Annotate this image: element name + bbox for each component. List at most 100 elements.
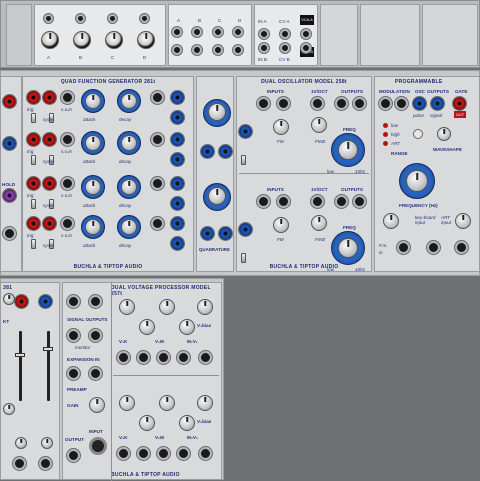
osc-fine-knob[interactable]	[311, 117, 327, 133]
dvp-jack[interactable]	[177, 351, 190, 364]
vca-in-b-jack[interactable]	[259, 43, 269, 53]
osc-freq-knob[interactable]	[338, 140, 358, 160]
knob-a[interactable]	[41, 31, 59, 49]
osc-side-jack[interactable]	[239, 125, 252, 138]
qfg-trig-jack[interactable]	[27, 91, 40, 104]
partial-jack[interactable]	[3, 189, 16, 202]
lower-left-jack[interactable]	[13, 457, 26, 470]
dvp-left-jack[interactable]	[67, 449, 80, 462]
qfg-trig-jack[interactable]	[27, 133, 40, 146]
qfg-in-jack[interactable]	[43, 177, 56, 190]
dvp-knob[interactable]	[119, 395, 135, 411]
lower-left-knob[interactable]	[3, 403, 15, 415]
qfg-attack-knob[interactable]	[85, 93, 101, 109]
qfg-attack-knob[interactable]	[85, 179, 101, 195]
mult-jack[interactable]	[213, 27, 223, 37]
dvp-jack[interactable]	[199, 351, 212, 364]
osc-side-jack[interactable]	[239, 223, 252, 236]
knob-jack-d[interactable]	[140, 14, 149, 23]
osc-input-jack[interactable]	[277, 195, 290, 208]
dvp-knob[interactable]	[159, 299, 175, 315]
prog-signal-jack[interactable]	[431, 97, 444, 110]
osc-out-jack[interactable]	[335, 195, 348, 208]
dvp-jack[interactable]	[137, 447, 150, 460]
qfg-attack-knob[interactable]	[85, 219, 101, 235]
qfg-decay-knob[interactable]	[121, 219, 137, 235]
lower-left-jack[interactable]	[39, 457, 52, 470]
knob-b[interactable]	[73, 31, 91, 49]
qfg-end-jack[interactable]	[171, 153, 184, 166]
qfg-trig-jack[interactable]	[27, 217, 40, 230]
mult-jack[interactable]	[233, 27, 243, 37]
prog-right-knob[interactable]	[455, 213, 471, 229]
qfg-out-jack[interactable]	[171, 91, 184, 104]
vca-in-a-jack[interactable]	[259, 29, 269, 39]
partial-jack[interactable]	[3, 137, 16, 150]
dvp-knob[interactable]	[197, 395, 213, 411]
osc-switch[interactable]	[241, 155, 246, 165]
lower-left-jack[interactable]	[39, 295, 52, 308]
slider-handle[interactable]	[43, 347, 53, 351]
knob-c[interactable]	[105, 31, 123, 49]
qfg-end-jack[interactable]	[171, 237, 184, 250]
qfg-soin-jack[interactable]	[61, 217, 74, 230]
dvp-left-jack[interactable]	[89, 367, 102, 380]
osc-input-jack[interactable]	[277, 97, 290, 110]
prog-pulse-jack[interactable]	[413, 97, 426, 110]
qfg-in-jack[interactable]	[43, 91, 56, 104]
quadrature-knob-1[interactable]	[208, 103, 226, 121]
quadrature-jack[interactable]	[219, 227, 232, 240]
dvp-jack[interactable]	[137, 351, 150, 364]
dvp-jack[interactable]	[199, 447, 212, 460]
dvp-left-jack[interactable]	[67, 329, 80, 342]
prog-mod-jack[interactable]	[395, 97, 408, 110]
dvp-knob[interactable]	[119, 299, 135, 315]
dvp-gain-knob[interactable]	[89, 397, 105, 413]
qfg-out-jack[interactable]	[171, 177, 184, 190]
dvp-left-jack[interactable]	[67, 367, 80, 380]
osc-fm-knob[interactable]	[273, 217, 289, 233]
qfg-out-jack[interactable]	[151, 133, 164, 146]
lower-left-knob[interactable]	[41, 437, 53, 449]
prog-kb-jack[interactable]	[427, 241, 440, 254]
partial-jack[interactable]	[3, 227, 16, 240]
osc-fm-knob[interactable]	[273, 119, 289, 135]
qfg-cycle-switch[interactable]	[31, 113, 36, 123]
mult-jack[interactable]	[192, 45, 202, 55]
prog-gate-jack[interactable]	[453, 97, 466, 110]
qfg-soin-jack[interactable]	[61, 177, 74, 190]
mult-jack[interactable]	[233, 45, 243, 55]
dvp-left-jack[interactable]	[89, 295, 102, 308]
prog-fm-jack[interactable]	[397, 241, 410, 254]
dvp-knob[interactable]	[197, 299, 213, 315]
qfg-soin-jack[interactable]	[61, 91, 74, 104]
vca-cv-a-jack[interactable]	[280, 29, 290, 39]
slider-handle[interactable]	[15, 353, 25, 357]
vca-cv-b-jack[interactable]	[280, 43, 290, 53]
qfg-out-jack[interactable]	[151, 91, 164, 104]
qfg-cycle-switch[interactable]	[31, 239, 36, 249]
qfg-out-jack[interactable]	[171, 133, 184, 146]
qfg-out-jack[interactable]	[151, 217, 164, 230]
qfg-in-jack[interactable]	[43, 217, 56, 230]
qfg-trig-jack[interactable]	[27, 177, 40, 190]
mult-jack[interactable]	[172, 45, 182, 55]
knob-jack-b[interactable]	[76, 14, 85, 23]
osc-voct-jack[interactable]	[311, 97, 324, 110]
qfg-soin-jack[interactable]	[61, 133, 74, 146]
prog-art-jack[interactable]	[455, 241, 468, 254]
dvp-knob[interactable]	[139, 415, 155, 431]
dvp-jack[interactable]	[117, 447, 130, 460]
lower-left-knob[interactable]	[3, 293, 15, 305]
dvp-knob[interactable]	[139, 319, 155, 335]
quadrature-jack[interactable]	[219, 145, 232, 158]
prog-range-button[interactable]	[413, 129, 423, 139]
osc-switch[interactable]	[241, 253, 246, 263]
quadrature-jack[interactable]	[201, 227, 214, 240]
qfg-cycle-switch[interactable]	[31, 199, 36, 209]
osc-out-jack[interactable]	[335, 97, 348, 110]
qfg-decay-knob[interactable]	[121, 179, 137, 195]
qfg-out-jack[interactable]	[171, 217, 184, 230]
osc-fine-knob[interactable]	[311, 215, 327, 231]
qfg-end-jack[interactable]	[171, 197, 184, 210]
